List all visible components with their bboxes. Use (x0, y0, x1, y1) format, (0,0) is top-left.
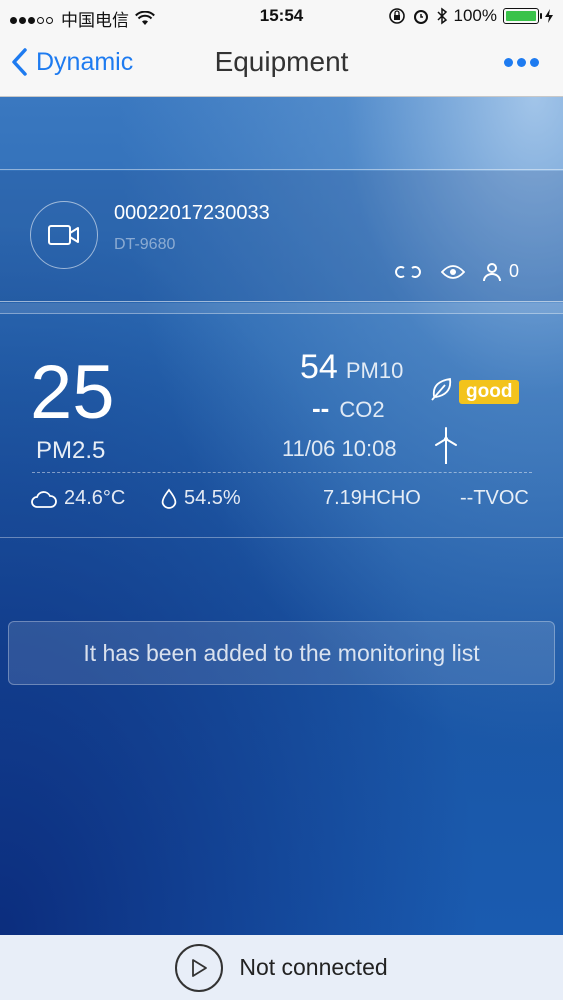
rotation-lock-icon (388, 8, 405, 24)
tvoc-reading: --TVOC (460, 487, 529, 510)
dashed-divider (32, 472, 532, 473)
page-title: Equipment (214, 46, 349, 77)
temperature-reading: 24.6°C (30, 487, 125, 510)
more-options-icon[interactable] (504, 58, 539, 67)
alarm-icon (413, 10, 428, 24)
hcho-reading: 7.19HCHO (323, 487, 421, 510)
status-bar: 中国电信 15:54 100% (0, 0, 563, 32)
environment-row: 24.6°C 54.5% 7.19HCHO --TVOC (30, 487, 535, 517)
connection-status: Not connected (239, 954, 388, 980)
bluetooth-icon (436, 7, 447, 25)
air-quality-panel: 25 PM2.5 54 PM10 -- CO2 good 11/06 10:08 (0, 315, 563, 538)
hcho-value: 7.19HCHO (323, 487, 421, 509)
co2-label: CO2 (339, 397, 385, 422)
monitoring-notice: It has been added to the monitoring list (8, 621, 555, 685)
leaf-icon (431, 377, 452, 401)
viewer-count: 0 (508, 261, 519, 281)
connection-footer[interactable]: Not connected (0, 935, 563, 1000)
pm10-reading: 54 PM10 (300, 348, 403, 387)
co2-value: -- (312, 393, 330, 423)
water-drop-icon (161, 488, 177, 509)
pm10-label: PM10 (345, 358, 404, 383)
navigation-bar: Dynamic Equipment (0, 32, 563, 97)
wind-turbine-icon (435, 427, 457, 464)
main-content: 00022017230033 DT-9680 0 25 PM2.5 54 PM1… (0, 97, 563, 935)
humidity-value: 54.5% (184, 487, 241, 509)
status-right: 100% (388, 6, 553, 26)
temperature-value: 24.6°C (64, 487, 126, 509)
tvoc-value: --TVOC (460, 487, 529, 509)
humidity-reading: 54.5% (160, 487, 241, 510)
battery-percent: 100% (453, 6, 497, 25)
cloud-icon (31, 490, 57, 508)
device-actions: 0 (393, 261, 519, 282)
air-quality-badge: good (459, 380, 520, 404)
pm25-value: 25 (30, 350, 115, 435)
battery-icon (503, 8, 542, 24)
device-id: 00022017230033 (114, 202, 270, 224)
header-banner (0, 97, 563, 170)
device-model: DT-9680 (114, 236, 176, 253)
device-card[interactable]: 00022017230033 DT-9680 0 (0, 171, 563, 302)
co2-reading: -- CO2 (312, 393, 385, 424)
eye-icon[interactable] (440, 264, 465, 280)
pm25-label: PM2.5 (36, 437, 106, 464)
pm10-value: 54 (300, 348, 338, 386)
viewers: 0 (482, 261, 519, 282)
charging-icon (545, 9, 553, 23)
link-icon[interactable] (393, 265, 423, 279)
section-divider (0, 303, 563, 314)
camera-icon (30, 201, 98, 269)
person-icon (482, 262, 501, 281)
play-icon[interactable] (175, 943, 224, 992)
reading-timestamp: 11/06 10:08 (282, 436, 397, 461)
